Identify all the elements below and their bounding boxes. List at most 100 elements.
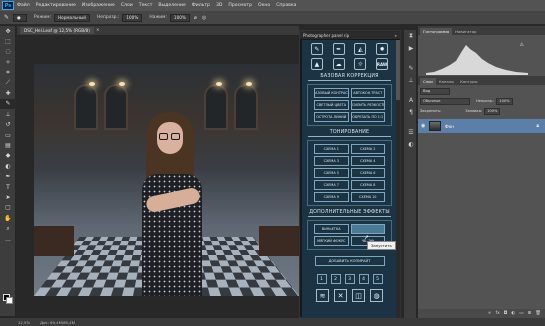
tablet-pressure-icon[interactable]: ◎ — [202, 15, 206, 21]
quick-select-tool-icon[interactable]: ✧ — [0, 57, 16, 67]
history-panel-icon[interactable]: ⧗ — [404, 30, 418, 42]
layer-opacity-field[interactable]: 100% — [496, 97, 513, 105]
fx-icon[interactable]: fx — [495, 311, 499, 316]
link-icon[interactable]: ∞ — [488, 311, 492, 316]
dodge-tool-icon[interactable]: ◐ — [0, 161, 16, 171]
adjustment-icon[interactable]: ◐ — [511, 311, 515, 316]
vignette-button[interactable]: ВИНЬЕТКА — [314, 224, 349, 234]
frame-icon[interactable]: ◫ — [352, 289, 365, 302]
opacity-field[interactable]: 100% — [122, 13, 143, 22]
basic-contrast-button[interactable]: БАЗОВЫЙ КОНТРАСТ — [314, 88, 349, 98]
plugin-scrollbar[interactable] — [396, 40, 400, 318]
pen-tool-icon[interactable]: ✒ — [0, 171, 16, 181]
tab-channels[interactable]: Каналы — [436, 78, 457, 85]
scheme-6-button[interactable]: СХЕМА 6 — [350, 168, 385, 178]
layers-icon[interactable]: ≋ — [316, 289, 329, 302]
clone-source-icon[interactable]: ⊥ — [404, 74, 418, 86]
menu-select[interactable]: Выделение — [158, 3, 185, 8]
menu-3d[interactable]: 3D — [216, 3, 222, 8]
scheme-3-button[interactable]: СХЕМА 3 — [314, 156, 349, 166]
add-copyright-button[interactable]: ДОБАВИТЬ КОПИРАЙТ — [314, 256, 385, 266]
preset-3-button[interactable]: 3 — [344, 274, 355, 284]
lasso-tool-icon[interactable]: ◌ — [0, 47, 16, 57]
menu-help[interactable]: Справка — [276, 3, 296, 8]
airbrush-icon[interactable]: ⌀ — [194, 15, 197, 21]
scheme-5-button[interactable]: СХЕМА 5 — [314, 168, 349, 178]
shape-tool-icon[interactable]: ▢ — [0, 203, 16, 213]
scheme-2-button[interactable]: СХЕМА 2 — [350, 144, 385, 154]
path-select-tool-icon[interactable]: ➤ — [0, 192, 16, 202]
healing-tool-icon[interactable]: ✚ — [0, 88, 16, 98]
layer-kind-filter[interactable]: Вид — [420, 87, 450, 95]
move-tool-icon[interactable]: ✥ — [0, 26, 16, 36]
collapse-icon[interactable]: » — [395, 33, 397, 38]
plugin-title-bar[interactable]: Photographer panel rip » — [300, 31, 400, 39]
eraser-tool-icon[interactable]: ▭ — [0, 130, 16, 140]
zoom-readout[interactable]: 12,5% — [18, 320, 30, 325]
brush-icon[interactable]: ✎ — [310, 43, 323, 55]
crosshair-icon[interactable]: ✕ — [334, 289, 347, 302]
actions-panel-icon[interactable]: ▶ — [404, 42, 418, 54]
eyedropper-tool-icon[interactable]: ⟋ — [0, 78, 16, 88]
menu-window[interactable]: Окно — [258, 3, 270, 8]
pressure-field[interactable]: 100% — [169, 13, 190, 22]
character-panel-icon[interactable]: A — [404, 94, 418, 106]
soft-focus-button[interactable]: МЯГКИЙ ФОКУС — [314, 236, 349, 246]
brush-tool-icon[interactable]: ✎ — [4, 14, 9, 21]
menu-image[interactable]: Изображение — [82, 3, 115, 8]
tab-histogram[interactable]: Гистограмма — [420, 28, 453, 35]
menu-layers[interactable]: Слои — [121, 3, 133, 8]
raw-button[interactable]: RAW — [376, 58, 389, 70]
scheme-1-button[interactable]: СХЕМА 1 — [314, 144, 349, 154]
scheme-4-button[interactable]: СХЕМА 4 — [350, 156, 385, 166]
hovered-effect-button[interactable] — [350, 224, 385, 234]
paragraph-panel-icon[interactable]: ¶ — [404, 106, 418, 118]
trash-icon[interactable]: 🗑︎ — [535, 311, 541, 316]
auto-contrast-button[interactable]: АВТОКОН.ТРАСТ — [350, 88, 385, 98]
canvas-area[interactable] — [17, 37, 299, 317]
mountain-icon[interactable]: ▲ — [310, 58, 323, 70]
adjustments-panel-icon[interactable]: ◐ — [404, 138, 418, 150]
blur-tool-icon[interactable]: ◆ — [0, 151, 16, 161]
marquee-tool-icon[interactable]: ⬚ — [0, 36, 16, 46]
tab-layers[interactable]: Слои — [420, 78, 436, 85]
sun-outline-icon[interactable]: ☼ — [354, 58, 367, 70]
folder-icon[interactable]: ▭ — [519, 311, 523, 316]
warning-icon[interactable]: ⚠ — [520, 42, 524, 48]
eye-icon[interactable]: ◉ — [421, 123, 429, 129]
lock-icon[interactable]: 🔒︎ — [536, 123, 539, 129]
cloud-icon[interactable]: ☁ — [332, 58, 345, 70]
menu-text[interactable]: Текст — [139, 3, 153, 8]
tab-paths[interactable]: Контуры — [457, 78, 480, 85]
preset-2-button[interactable]: 2 — [330, 274, 341, 284]
more-tools-icon[interactable]: … — [0, 234, 16, 244]
document-tab[interactable]: DSC_Hel.Leaf @ 12,5% (RGB/8) — [20, 27, 94, 34]
hand-tool-icon[interactable]: ✋ — [0, 213, 16, 223]
mode-select[interactable]: Нормальный — [53, 13, 90, 22]
preset-1-button[interactable]: 1 — [316, 274, 327, 284]
sharpen-button[interactable]: УСИЛИТЬ РЕЗКОСТЬ — [350, 100, 385, 110]
tab-navigator[interactable]: Навигатор — [452, 28, 479, 35]
mask-icon[interactable]: ◘ — [504, 311, 508, 316]
crop-1-1-button[interactable]: ОБРЕЗАТЬ ПО 1:1 — [350, 112, 385, 122]
globe-icon[interactable]: ◍ — [370, 289, 383, 302]
photoshop-logo[interactable]: Ps — [2, 1, 14, 10]
line-sharpness-button[interactable]: ОСТРОТА ЛИНИЙ — [314, 112, 349, 122]
new-layer-icon[interactable]: ⊞ — [528, 311, 532, 316]
close-icon[interactable]: × — [96, 28, 100, 33]
light-colors-button[interactable]: СВЕТЛЫЙ ЦВЕТА — [314, 100, 349, 110]
scheme-8-button[interactable]: СХЕМА 8 — [350, 180, 385, 190]
crop-tool-icon[interactable]: ⌗ — [0, 68, 16, 78]
zoom-tool-icon[interactable]: ⌕ — [0, 223, 16, 233]
scheme-7-button[interactable]: СХЕМА 7 — [314, 180, 349, 190]
history-brush-tool-icon[interactable]: ↺ — [0, 120, 16, 130]
background-color-swatch[interactable] — [6, 297, 13, 304]
menu-edit[interactable]: Редактирование — [36, 3, 76, 8]
preset-5-button[interactable]: 5 — [372, 274, 383, 284]
menu-file[interactable]: Файл — [17, 3, 30, 8]
brush-panel-icon[interactable]: ✎ — [404, 62, 418, 74]
preset-4-button[interactable]: 4 — [358, 274, 369, 284]
menu-view[interactable]: Просмотр — [228, 3, 252, 8]
brush-tool-icon[interactable]: ✎ — [0, 98, 16, 110]
blend-mode-select[interactable]: Обычные — [420, 97, 470, 105]
